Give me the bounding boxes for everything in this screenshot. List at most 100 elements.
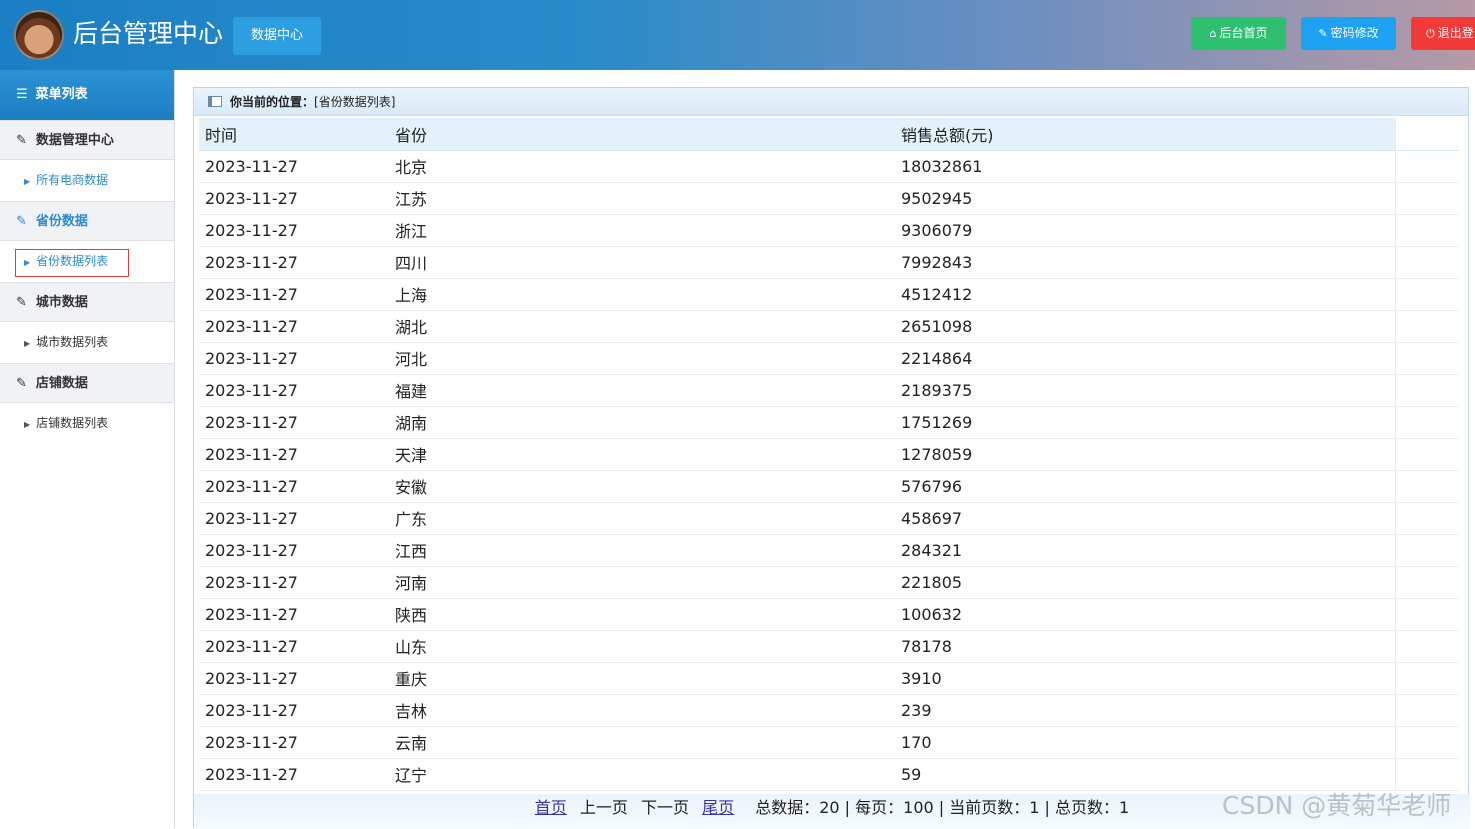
sidebar-item-all-ecommerce[interactable]: ▶ 所有电商数据 bbox=[0, 160, 174, 201]
cell-empty bbox=[1394, 566, 1459, 599]
sidebar-title-label: 菜单列表 bbox=[35, 87, 88, 102]
table-row: 2023-11-27 云南 170 bbox=[199, 726, 1459, 759]
table-row: 2023-11-27 上海 4512412 bbox=[199, 278, 1459, 311]
cell-sales: 170 bbox=[895, 726, 1395, 759]
caret-right-icon: ▶ bbox=[24, 339, 31, 348]
caret-right-icon: ▶ bbox=[24, 420, 31, 429]
pagination-summary: 总数据：20 | 每页：100 | 当前页数：1 | 总页数：1 bbox=[755, 798, 1130, 817]
cell-time: 2023-11-27 bbox=[199, 278, 389, 311]
table-row: 2023-11-27 北京 18032861 bbox=[199, 150, 1459, 183]
cell-sales: 2189375 bbox=[895, 374, 1395, 407]
breadcrumb: 你当前的位置：[省份数据列表] bbox=[194, 88, 1468, 116]
cell-time: 2023-11-27 bbox=[199, 598, 389, 631]
cell-sales: 3910 bbox=[895, 662, 1395, 695]
cell-time: 2023-11-27 bbox=[199, 342, 389, 375]
sidebar-item-store-list[interactable]: ▶ 店铺数据列表 bbox=[0, 403, 174, 444]
cell-province: 浙江 bbox=[389, 214, 895, 247]
cell-empty bbox=[1394, 246, 1459, 279]
cell-province: 北京 bbox=[389, 150, 895, 183]
table-row: 2023-11-27 湖北 2651098 bbox=[199, 310, 1459, 343]
edit-icon: ✎ bbox=[16, 214, 27, 229]
group-label: 店铺数据 bbox=[35, 376, 88, 391]
item-label: 城市数据列表 bbox=[36, 335, 109, 349]
sidebar: ☰ 菜单列表 ✎ 数据管理中心 ▶ 所有电商数据 ✎ 省份数据 ▶ 省份数据列表 ✎ 城市数… bbox=[0, 70, 175, 828]
sidebar-group-data-center[interactable]: ✎ 数据管理中心 bbox=[0, 120, 174, 160]
prev-page-button[interactable]: 上一页 bbox=[580, 798, 628, 817]
cell-empty bbox=[1394, 630, 1459, 663]
change-password-button[interactable]: ✎ 密码修改 bbox=[1301, 17, 1396, 50]
table-body: 2023-11-27 北京 18032861 2023-11-27 江苏 9502945 2… bbox=[199, 150, 1459, 791]
table-row: 2023-11-27 河南 221805 bbox=[199, 566, 1459, 599]
item-label: 所有电商数据 bbox=[36, 173, 109, 187]
breadcrumb-location: [省份数据列表] bbox=[314, 95, 396, 109]
cell-time: 2023-11-27 bbox=[199, 630, 389, 663]
cell-province: 湖南 bbox=[389, 406, 895, 439]
table-row: 2023-11-27 浙江 9306079 bbox=[199, 214, 1459, 247]
cell-sales: 9306079 bbox=[895, 214, 1395, 247]
cell-empty bbox=[1394, 502, 1459, 535]
table-row: 2023-11-27 河北 2214864 bbox=[199, 342, 1459, 375]
cell-time: 2023-11-27 bbox=[199, 470, 389, 503]
table-row: 2023-11-27 山东 78178 bbox=[199, 630, 1459, 663]
cell-province: 上海 bbox=[389, 278, 895, 311]
cell-sales: 239 bbox=[895, 694, 1395, 727]
cell-time: 2023-11-27 bbox=[199, 694, 389, 727]
column-header-empty bbox=[1394, 118, 1459, 151]
column-header-sales: 销售总额(元) bbox=[895, 118, 1395, 151]
cell-sales: 9502945 bbox=[895, 182, 1395, 215]
home-button[interactable]: ⌂ 后台首页 bbox=[1191, 17, 1286, 50]
list-icon: ☰ bbox=[16, 87, 28, 102]
caret-right-icon: ▶ bbox=[24, 177, 31, 186]
window-icon bbox=[208, 96, 222, 107]
cell-time: 2023-11-27 bbox=[199, 438, 389, 471]
item-label: 店铺数据列表 bbox=[36, 416, 109, 430]
cell-empty bbox=[1394, 694, 1459, 727]
sidebar-group-store[interactable]: ✎ 店铺数据 bbox=[0, 363, 174, 403]
group-label: 省份数据 bbox=[35, 214, 88, 229]
table-row: 2023-11-27 重庆 3910 bbox=[199, 662, 1459, 695]
cell-time: 2023-11-27 bbox=[199, 566, 389, 599]
cell-empty bbox=[1394, 406, 1459, 439]
selection-highlight-box bbox=[15, 249, 129, 277]
cell-time: 2023-11-27 bbox=[199, 182, 389, 215]
cell-province: 四川 bbox=[389, 246, 895, 279]
table-row: 2023-11-27 安徽 576796 bbox=[199, 470, 1459, 503]
cell-province: 河南 bbox=[389, 566, 895, 599]
cell-province: 天津 bbox=[389, 438, 895, 471]
next-page-button[interactable]: 下一页 bbox=[641, 798, 689, 817]
cell-empty bbox=[1394, 278, 1459, 311]
cell-sales: 2651098 bbox=[895, 310, 1395, 343]
cell-time: 2023-11-27 bbox=[199, 662, 389, 695]
sidebar-item-province-list[interactable]: ▶ 省份数据列表 bbox=[0, 241, 174, 282]
sidebar-title: ☰ 菜单列表 bbox=[0, 70, 174, 120]
wrench-icon: ✎ bbox=[1318, 27, 1328, 40]
table-row: 2023-11-27 江西 284321 bbox=[199, 534, 1459, 567]
table-row: 2023-11-27 四川 7992843 bbox=[199, 246, 1459, 279]
cell-province: 湖北 bbox=[389, 310, 895, 343]
cell-empty bbox=[1394, 662, 1459, 695]
app-title: 后台管理中心 bbox=[73, 19, 224, 48]
group-label: 城市数据 bbox=[35, 295, 88, 310]
logout-button[interactable]: ⏻退出登录 bbox=[1411, 17, 1475, 50]
last-page-link[interactable]: 尾页 bbox=[702, 798, 734, 817]
data-center-button[interactable]: 数据中心 bbox=[233, 17, 321, 55]
top-header: 后台管理中心 数据中心 ⌂后台首页 ✎密码修改 ⏻退出登录 bbox=[0, 0, 1475, 70]
edit-icon: ✎ bbox=[16, 376, 27, 391]
cell-time: 2023-11-27 bbox=[199, 406, 389, 439]
sidebar-item-city-list[interactable]: ▶ 城市数据列表 bbox=[0, 322, 174, 363]
column-header-province: 省份 bbox=[389, 118, 895, 151]
cell-province: 福建 bbox=[389, 374, 895, 407]
sidebar-group-province[interactable]: ✎ 省份数据 bbox=[0, 201, 174, 241]
cell-empty bbox=[1394, 310, 1459, 343]
cell-province: 广东 bbox=[389, 502, 895, 535]
cell-province: 重庆 bbox=[389, 662, 895, 695]
cell-empty bbox=[1394, 150, 1459, 183]
cell-time: 2023-11-27 bbox=[199, 310, 389, 343]
first-page-link[interactable]: 首页 bbox=[535, 798, 567, 817]
cell-sales: 1278059 bbox=[895, 438, 1395, 471]
table-row: 2023-11-27 陕西 100632 bbox=[199, 598, 1459, 631]
table-row: 2023-11-27 湖南 1751269 bbox=[199, 406, 1459, 439]
cell-time: 2023-11-27 bbox=[199, 214, 389, 247]
table-row: 2023-11-27 广东 458697 bbox=[199, 502, 1459, 535]
sidebar-group-city[interactable]: ✎ 城市数据 bbox=[0, 282, 174, 322]
